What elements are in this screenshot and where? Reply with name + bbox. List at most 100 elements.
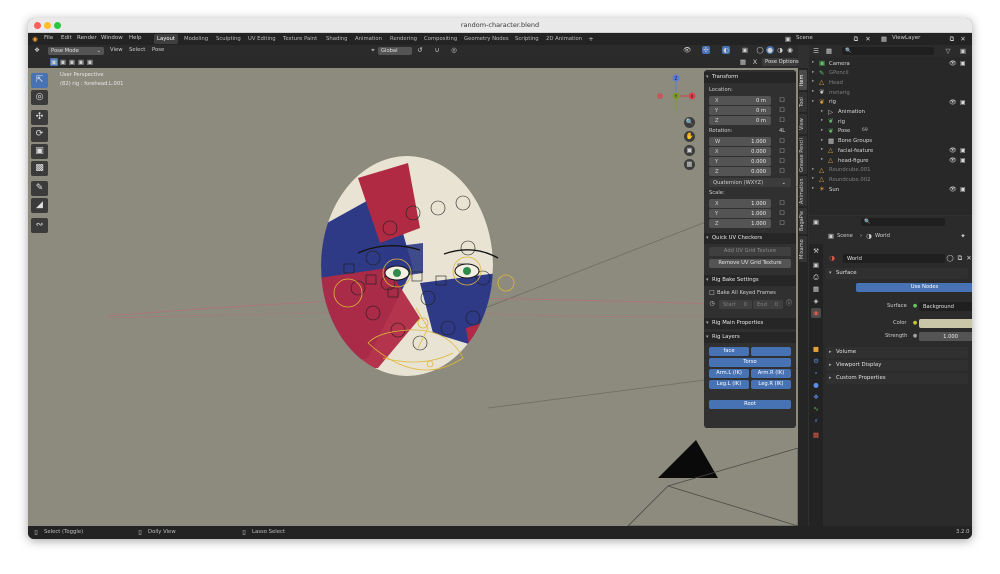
layer-arm-l-button[interactable]: Arm.L (IK) <box>709 369 749 378</box>
tab-modeling[interactable]: Modeling <box>181 34 211 44</box>
blender-logo-icon[interactable]: ◉ <box>31 35 39 43</box>
scale-tool[interactable]: ▣ <box>31 144 48 159</box>
new-collection-icon[interactable]: ▣ <box>959 47 967 55</box>
rotation-mode-select[interactable]: Quaternion (WXYZ) ⌄ <box>709 178 791 187</box>
tab-rendering[interactable]: Rendering <box>387 34 420 44</box>
tab-mixamo[interactable]: Mixamo <box>799 236 807 262</box>
viewport-display-panel-header[interactable]: ▸ Viewport Display <box>826 360 968 371</box>
pose-options-icon[interactable]: ▦ <box>739 58 747 66</box>
eye-icon[interactable]: 👁 <box>949 157 957 164</box>
lock-icon[interactable]: □ <box>778 116 786 124</box>
layer-leg-l-button[interactable]: Leg.L (IK) <box>709 380 749 389</box>
add-uv-grid-button[interactable]: Add UV Grid Texture <box>709 247 791 256</box>
camera-render-icon[interactable]: ▣ <box>960 60 966 67</box>
menu-pose[interactable]: Pose <box>152 47 164 53</box>
modifier-tab-icon[interactable]: ⚙ <box>811 356 821 366</box>
quick-uv-header[interactable]: Quick UV Checkers <box>704 233 796 244</box>
tab-compositing[interactable]: Compositing <box>421 34 460 44</box>
outliner-search-input[interactable]: 🔍 <box>842 47 934 55</box>
fake-user-shield-icon[interactable]: ◯ <box>946 254 954 262</box>
strength-field[interactable]: 1.000 <box>919 332 972 341</box>
select-intersect-icon[interactable]: ▣ <box>86 58 94 66</box>
expand-arrow-icon[interactable]: ▸ <box>812 99 814 104</box>
particles-tab-icon[interactable]: ⋆ <box>811 368 821 378</box>
expand-arrow-icon[interactable]: ▸ <box>821 157 823 162</box>
rotate-tool[interactable]: ⟳ <box>31 127 48 142</box>
tab-item[interactable]: Item <box>799 70 807 90</box>
end-field[interactable]: End 0 <box>753 300 783 309</box>
tab-texture-paint[interactable]: Texture Paint <box>280 34 320 44</box>
annotate-tool[interactable]: ✎ <box>31 181 48 196</box>
physics-tab-icon[interactable]: ● <box>811 380 821 390</box>
menu-window[interactable]: Window <box>101 35 123 41</box>
shading-rendered-icon[interactable]: ◉ <box>786 46 794 54</box>
transform-tool[interactable]: ▩ <box>31 161 48 176</box>
mirror-x-icon[interactable]: X <box>751 58 759 66</box>
viewlayer-icon[interactable]: ▦ <box>880 35 888 43</box>
tool-tab-icon[interactable]: ⚒ <box>811 246 821 256</box>
tab-layout[interactable]: Layout <box>154 34 179 44</box>
outliner-row[interactable]: ▸ ▦ Bone Groups <box>809 137 972 147</box>
select-box-tool[interactable]: ⇱ <box>31 73 48 88</box>
move-tool[interactable]: ✣ <box>31 110 48 125</box>
shading-wireframe-icon[interactable]: ◯ <box>756 46 764 54</box>
surface-shader-field[interactable]: Background <box>919 302 972 311</box>
select-box-mode-icon[interactable]: ▣ <box>50 58 58 66</box>
select-invert-icon[interactable]: ▣ <box>77 58 85 66</box>
breadcrumb-scene[interactable]: Scene <box>837 233 853 239</box>
use-nodes-button[interactable]: Use Nodes <box>856 283 972 292</box>
texture-tab-icon[interactable]: ▦ <box>811 430 821 440</box>
rotation-w-field[interactable]: W 1.000 <box>709 137 771 146</box>
lock-icon[interactable]: □ <box>778 106 786 114</box>
3d-viewport[interactable]: User Perspective (82) rig : forehead.L.0… <box>28 68 798 526</box>
expand-arrow-icon[interactable]: ▸ <box>821 128 823 133</box>
camera-render-icon[interactable]: ▣ <box>960 186 966 193</box>
tab-view[interactable]: View <box>799 114 807 134</box>
transform-panel-header[interactable]: Transform <box>704 72 796 83</box>
remove-uv-grid-button[interactable]: Remove UV Grid Texture <box>709 259 791 268</box>
tab-uv-editing[interactable]: UV Editing <box>245 34 279 44</box>
expand-arrow-icon[interactable]: ▸ <box>821 118 823 123</box>
measure-tool[interactable]: ◢ <box>31 198 48 213</box>
bone-constraint-tab-icon[interactable]: ⚡ <box>811 416 821 426</box>
custom-properties-panel-header[interactable]: ▸ Custom Properties <box>826 373 968 384</box>
properties-search-input[interactable]: 🔍 <box>861 218 945 226</box>
select-subtract-icon[interactable]: ▣ <box>68 58 76 66</box>
outliner-row[interactable]: ▸ ❦ rig <box>809 117 972 127</box>
navigation-gizmo[interactable]: Z Y X <box>652 72 702 124</box>
scene-tab-icon[interactable]: ◈ <box>811 296 821 306</box>
cursor-tool[interactable]: ◎ <box>31 90 48 105</box>
viewlayer-name[interactable]: ViewLayer <box>892 35 920 41</box>
zoom-icon[interactable]: 🔍 <box>684 117 695 128</box>
volume-panel-header[interactable]: ▸ Volume <box>826 347 968 358</box>
display-mode-icon[interactable]: ▦ <box>825 47 833 55</box>
info-icon[interactable]: ⓘ <box>785 300 793 308</box>
constraints-tab-icon[interactable]: ❖ <box>811 392 821 402</box>
rotation-z-field[interactable]: Z 0.000 <box>709 167 771 176</box>
tab-tool[interactable]: Tool <box>799 92 807 112</box>
outliner-row[interactable]: ▸ △ head-figure 👁 ▣ <box>809 156 972 166</box>
new-scene-icon[interactable]: ⧉ <box>852 35 860 43</box>
eye-icon[interactable]: 👁 <box>949 186 957 193</box>
camera-render-icon[interactable]: ▣ <box>960 157 966 164</box>
expand-arrow-icon[interactable]: ▸ <box>821 147 823 152</box>
shading-material-icon[interactable]: ◑ <box>776 46 784 54</box>
outliner-row[interactable]: ▸ ▣ Camera 👁 ▣ <box>809 59 972 69</box>
expand-arrow-icon[interactable]: ▸ <box>812 167 814 172</box>
output-tab-icon[interactable]: ⎙ <box>811 272 821 282</box>
lock-icon[interactable]: □ <box>778 167 786 175</box>
scene-name[interactable]: Scene <box>796 35 813 41</box>
tab-2d-animation[interactable]: 2D Animation <box>543 34 585 44</box>
select-extend-icon[interactable]: ▣ <box>59 58 67 66</box>
lock-icon[interactable]: □ <box>778 157 786 165</box>
outliner-row[interactable]: ▸ ✎ GPencil <box>809 69 972 79</box>
menu-render[interactable]: Render <box>77 35 97 41</box>
gizmo-toggle-icon[interactable]: ✣ <box>702 46 710 54</box>
lock-icon[interactable]: □ <box>778 96 786 104</box>
tab-geometry-nodes[interactable]: Geometry Nodes <box>461 34 512 44</box>
scale-z-field[interactable]: Z 1.000 <box>709 219 771 228</box>
expand-arrow-icon[interactable]: ▸ <box>821 138 823 143</box>
menu-file[interactable]: File <box>44 35 53 41</box>
outliner-row[interactable]: ▸ ❦ metarig <box>809 88 972 98</box>
eye-icon[interactable]: 👁 <box>949 147 957 154</box>
